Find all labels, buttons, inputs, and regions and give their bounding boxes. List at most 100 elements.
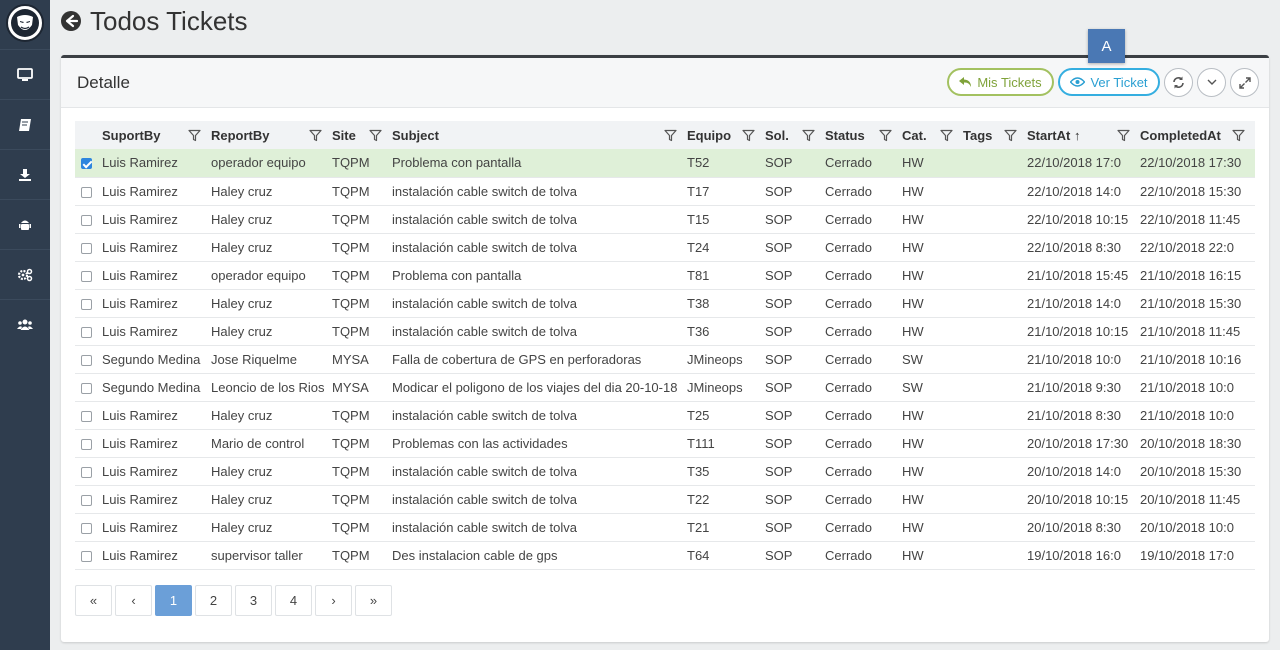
column-header-inner: StartAt ↑ [1027, 128, 1140, 143]
column-header-inner: CompletedAt [1140, 128, 1255, 143]
row-checkbox-cell [75, 485, 102, 514]
first-page-button[interactable]: « [75, 585, 112, 616]
logo-icon[interactable] [6, 4, 44, 42]
row-checkbox[interactable] [81, 214, 92, 226]
refresh-button[interactable] [1164, 68, 1193, 97]
column-header[interactable]: ReportBy [211, 121, 332, 149]
table-cell [963, 373, 1027, 402]
table-cell [963, 513, 1027, 542]
filter-icon[interactable] [879, 129, 892, 142]
column-header[interactable]: Equipo [687, 121, 765, 149]
filter-icon[interactable] [188, 129, 201, 142]
row-checkbox[interactable] [81, 298, 92, 310]
table-cell: 21/10/2018 11:45 [1140, 317, 1255, 346]
chevron-down-icon [1207, 79, 1216, 85]
row-checkbox[interactable] [81, 186, 92, 198]
page-button[interactable]: 2 [195, 585, 232, 616]
column-header[interactable]: Subject [392, 121, 687, 149]
page-button[interactable]: 4 [275, 585, 312, 616]
table-cell: 21/10/2018 14:0 [1027, 289, 1140, 318]
table-row[interactable]: Luis Ramirez Haley cruz TQPM instalación ca… [75, 289, 1255, 318]
column-header[interactable]: Tags [963, 121, 1027, 149]
table-row[interactable]: Luis Ramirez operador equipo TQPM Problema … [75, 149, 1255, 178]
filter-icon[interactable] [1004, 129, 1017, 142]
sidebar-item-android[interactable] [0, 199, 50, 249]
table-cell [963, 261, 1027, 290]
sidebar-item-book[interactable] [0, 99, 50, 149]
table-row[interactable]: Luis Ramirez Haley cruz TQPM instalación ca… [75, 485, 1255, 514]
table-row[interactable]: Luis Ramirez supervisor taller TQPM Des ins… [75, 541, 1255, 570]
row-checkbox[interactable] [81, 410, 92, 422]
table-row[interactable]: Segundo Medina Jose Riquelme MYSA Falla de … [75, 345, 1255, 374]
row-checkbox[interactable] [81, 466, 92, 478]
page-button[interactable]: 3 [235, 585, 272, 616]
table-cell: Cerrado [825, 401, 902, 430]
row-checkbox[interactable] [81, 494, 92, 506]
table-cell: Haley cruz [211, 485, 332, 514]
column-header-inner: SuportBy [102, 128, 211, 143]
table-row[interactable]: Luis Ramirez Haley cruz TQPM instalación ca… [75, 233, 1255, 262]
table-row[interactable]: Luis Ramirez operador equipo TQPM Problema … [75, 261, 1255, 290]
mis-tickets-button[interactable]: Mis Tickets [947, 68, 1054, 96]
filter-icon[interactable] [664, 129, 677, 142]
column-header[interactable]: Cat. [902, 121, 963, 149]
filter-icon[interactable] [309, 129, 322, 142]
last-page-button[interactable]: » [355, 585, 392, 616]
column-header[interactable]: Sol. [765, 121, 825, 149]
filter-icon[interactable] [369, 129, 382, 142]
row-checkbox-cell [75, 401, 102, 430]
filter-icon[interactable] [940, 129, 953, 142]
column-header[interactable]: StartAt ↑ [1027, 121, 1140, 149]
table-row[interactable]: Luis Ramirez Haley cruz TQPM instalación ca… [75, 457, 1255, 486]
table-cell: TQPM [332, 177, 392, 206]
sidebar-item-users[interactable] [0, 299, 50, 349]
table-row[interactable]: Luis Ramirez Mario de control TQPM Problema… [75, 429, 1255, 458]
table-row[interactable]: Luis Ramirez Haley cruz TQPM instalación ca… [75, 401, 1255, 430]
table-cell: Haley cruz [211, 457, 332, 486]
page-button[interactable]: 1 [155, 585, 192, 616]
table-row[interactable]: Luis Ramirez Haley cruz TQPM instalación ca… [75, 205, 1255, 234]
table-row[interactable]: Luis Ramirez Haley cruz TQPM instalación ca… [75, 513, 1255, 542]
column-header[interactable]: Site [332, 121, 392, 149]
row-checkbox[interactable] [81, 158, 92, 170]
sidebar-item-settings[interactable] [0, 249, 50, 299]
table-cell [963, 429, 1027, 458]
filter-icon[interactable] [1117, 129, 1130, 142]
table-cell: Falla de cobertura de GPS en perforadora… [392, 345, 687, 374]
table-cell: SOP [765, 177, 825, 206]
row-checkbox-cell [75, 261, 102, 290]
filter-icon[interactable] [802, 129, 815, 142]
filter-icon[interactable] [1232, 129, 1245, 142]
table-row[interactable]: Luis Ramirez Haley cruz TQPM instalación ca… [75, 317, 1255, 346]
table-cell: HW [902, 177, 963, 206]
column-header[interactable]: CompletedAt [1140, 121, 1255, 149]
back-arrow-circle-icon[interactable] [60, 10, 82, 32]
next-page-button[interactable]: › [315, 585, 352, 616]
table-cell: 21/10/2018 10:16 [1140, 345, 1255, 374]
row-checkbox[interactable] [81, 522, 92, 534]
collapse-button[interactable] [1197, 68, 1226, 97]
sidebar-item-desktop[interactable] [0, 49, 50, 99]
row-checkbox[interactable] [81, 270, 92, 282]
row-checkbox[interactable] [81, 438, 92, 450]
sidebar-item-download[interactable] [0, 149, 50, 199]
row-checkbox[interactable] [81, 354, 92, 366]
table-cell: Luis Ramirez [102, 149, 211, 178]
column-header[interactable]: Status [825, 121, 902, 149]
table-cell: Segundo Medina [102, 373, 211, 402]
table-row[interactable]: Luis Ramirez Haley cruz TQPM instalación ca… [75, 177, 1255, 206]
row-checkbox[interactable] [81, 242, 92, 254]
filter-icon[interactable] [742, 129, 755, 142]
column-header[interactable]: SuportBy [102, 121, 211, 149]
prev-page-button[interactable]: ‹ [115, 585, 152, 616]
expand-button[interactable] [1230, 68, 1259, 97]
table-cell [963, 345, 1027, 374]
ver-ticket-button[interactable]: Ver Ticket [1058, 68, 1160, 96]
table-cell: Luis Ramirez [102, 317, 211, 346]
row-checkbox[interactable] [81, 550, 92, 562]
row-checkbox[interactable] [81, 382, 92, 394]
table-cell: 20/10/2018 14:0 [1027, 457, 1140, 486]
table-row[interactable]: Segundo Medina Leoncio de los Rios MYSA Mod… [75, 373, 1255, 402]
table-cell: 21/10/2018 16:15 [1140, 261, 1255, 290]
row-checkbox[interactable] [81, 326, 92, 338]
